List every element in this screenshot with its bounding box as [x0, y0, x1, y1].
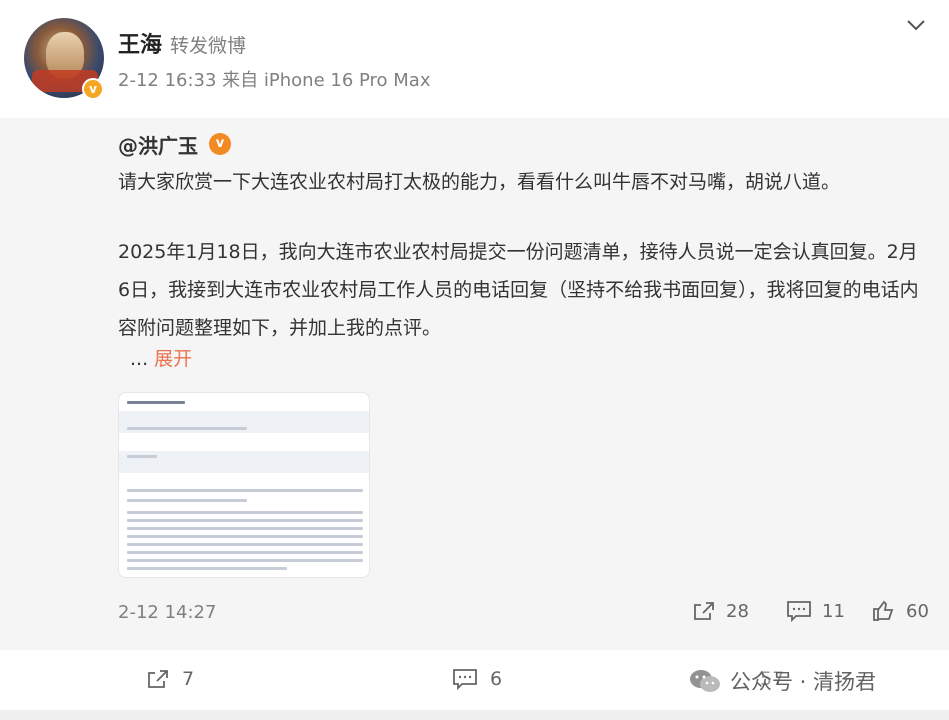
like-count: 60 — [906, 600, 929, 622]
original-comment-button[interactable]: 11 — [786, 600, 845, 622]
doc-line — [127, 455, 157, 458]
doc-line — [127, 535, 363, 538]
doc-line — [127, 559, 363, 562]
original-post-time: 2-12 14:27 — [118, 602, 217, 623]
thumbs-up-icon — [873, 600, 894, 621]
expand-label[interactable]: 展开 — [154, 348, 192, 370]
post-text-paragraph-1: 请大家欣赏一下大连农业农村局打太极的能力，看看什么叫牛唇不对马嘴，胡说八道。 — [118, 171, 841, 193]
attached-document-image[interactable] — [118, 392, 370, 578]
doc-line — [127, 519, 363, 522]
watermark: 公众号 · 清扬君 — [688, 666, 876, 696]
comment-icon — [787, 601, 811, 622]
bottom-divider — [0, 710, 949, 720]
doc-line — [127, 489, 363, 492]
verified-badge-icon: v — [82, 78, 104, 100]
post-header: v 王海 转发微博 2-12 16:33 来自 iPhone 16 Pro Ma… — [0, 0, 949, 118]
comment-count: 6 — [490, 668, 503, 690]
doc-line — [127, 511, 363, 514]
post-text-paragraph-2: 2025年1月18日，我向大连市农业农村局提交一份问题清单，接待人员说一定会认真… — [118, 241, 919, 339]
post-footer: 7 6 57 公众号 · 清扬君 — [0, 650, 949, 710]
repost-action-label: 转发微博 — [170, 35, 247, 57]
repost-count: 28 — [726, 600, 749, 622]
post-meta: 2-12 16:33 来自 iPhone 16 Pro Max — [118, 70, 431, 91]
original-like-button[interactable]: 60 — [872, 600, 929, 622]
doc-line — [127, 499, 247, 502]
author-name[interactable]: 王海 — [118, 27, 162, 59]
repost-icon — [694, 602, 714, 620]
reposted-content[interactable]: @洪广玉 v 请大家欣赏一下大连农业农村局打太极的能力，看看什么叫牛唇不对马嘴，… — [0, 118, 949, 650]
ellipsis: ... — [130, 348, 149, 370]
doc-line — [127, 567, 287, 570]
watermark-text: 公众号 · 清扬君 — [730, 670, 877, 694]
comment-icon — [453, 669, 477, 690]
wechat-icon — [690, 670, 720, 692]
doc-line — [127, 527, 363, 530]
comment-count: 11 — [822, 600, 845, 622]
repost-count: 7 — [182, 668, 195, 690]
repost-icon — [148, 670, 168, 688]
comment-button[interactable]: 6 — [452, 668, 502, 690]
verified-badge-icon: v — [209, 133, 231, 155]
original-repost-button[interactable]: 28 — [692, 600, 749, 622]
expand-link[interactable]: ... 展开 — [130, 344, 192, 371]
original-author[interactable]: @洪广玉 — [118, 130, 198, 159]
doc-line — [127, 427, 247, 430]
doc-line — [127, 401, 185, 404]
repost-button[interactable]: 7 — [146, 668, 194, 690]
doc-line — [127, 551, 363, 554]
doc-line — [127, 543, 363, 546]
chevron-down-icon[interactable] — [904, 16, 928, 34]
